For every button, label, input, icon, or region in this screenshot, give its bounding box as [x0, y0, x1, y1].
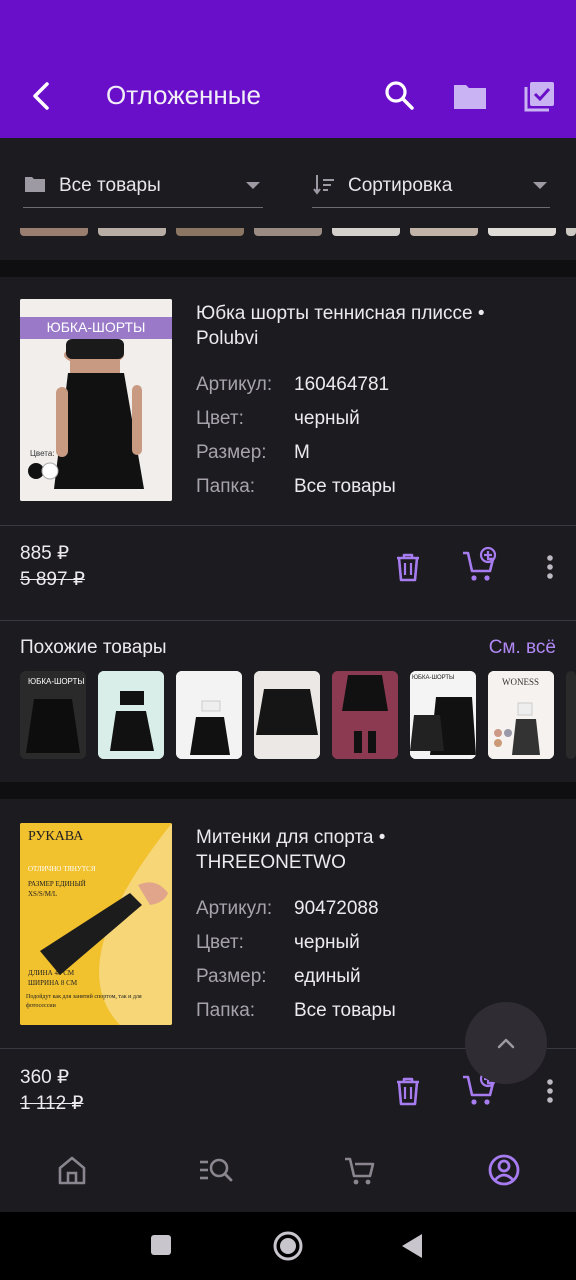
product-name[interactable]: Митенки для спорта • THREEONETWO — [196, 825, 536, 875]
similar-thumb[interactable]: WONESS — [488, 671, 554, 759]
similar-title: Похожие товары — [20, 637, 167, 658]
image-text: ЮБКА-ШОРТЫ — [46, 319, 146, 335]
chevron-down-icon — [246, 182, 260, 189]
similar-thumb[interactable] — [98, 671, 164, 759]
folder-filter-dropdown[interactable]: Все товары — [23, 168, 263, 208]
recent-apps-button[interactable] — [151, 1235, 171, 1255]
similar-thumb[interactable]: ЮБКА-ШОРТЫ — [410, 671, 476, 759]
similar-thumb[interactable] — [332, 671, 398, 759]
cart-icon[interactable] — [342, 1152, 378, 1188]
similar-thumb[interactable] — [254, 671, 320, 759]
old-price: 5 897 ₽ — [20, 569, 85, 590]
see-all-link[interactable]: См. всё — [489, 637, 556, 659]
product-image[interactable]: РУКАВА ОТЛИЧНО ТЯНУТСЯ РАЗМЕР ЕДИНЫЙ XS/… — [20, 823, 172, 1025]
strip-thumb — [488, 228, 556, 236]
image-line: РАЗМЕР ЕДИНЫЙ — [28, 880, 86, 888]
image-line: Подойдут как для занятий спортом, так и … — [26, 994, 142, 1009]
attr-value: черный — [294, 408, 360, 429]
attr-key: Артикул: — [196, 374, 273, 395]
price: 885 ₽ — [20, 543, 70, 564]
chevron-down-icon — [533, 182, 547, 189]
product-name[interactable]: Юбка шорты теннисная плиссе • Polubvi — [196, 301, 536, 351]
strip-thumb — [176, 228, 244, 236]
page-title: Отложенные — [106, 80, 261, 110]
catalog-search-icon[interactable] — [198, 1152, 234, 1188]
price: 360 ₽ — [20, 1067, 70, 1088]
trash-icon[interactable] — [388, 547, 428, 587]
chevron-up-icon — [497, 1038, 515, 1049]
attr-key: Размер: — [196, 442, 267, 463]
strip-thumb — [254, 228, 322, 236]
scroll-top-button[interactable] — [465, 1002, 547, 1084]
old-price: 1 112 ₽ — [20, 1093, 84, 1114]
more-icon[interactable] — [530, 547, 570, 587]
separator — [0, 260, 576, 277]
image-line: ДЛИНА 40 СМ — [28, 969, 75, 977]
thumb-text: ЮБКА-ШОРТЫ — [28, 677, 85, 686]
filter-bar: Все товары Сортировка — [0, 138, 576, 260]
home-button[interactable] — [272, 1230, 304, 1262]
attr-value: Все товары — [294, 1000, 396, 1021]
attr-key: Размер: — [196, 966, 267, 987]
similar-thumb[interactable] — [566, 671, 576, 759]
image-line: ШИРИНА 8 СМ — [28, 979, 78, 987]
strip-thumb — [410, 228, 478, 236]
more-icon[interactable] — [530, 1071, 570, 1111]
strip-thumb — [566, 228, 576, 236]
strip-thumb — [332, 228, 400, 236]
profile-icon[interactable] — [486, 1152, 522, 1188]
attr-key: Цвет: — [196, 408, 244, 429]
sort-dropdown[interactable]: Сортировка — [312, 168, 550, 208]
trash-icon[interactable] — [388, 1071, 428, 1111]
image-colors-label: Цвета: — [30, 449, 55, 458]
attr-value: 90472088 — [294, 898, 379, 919]
thumb-text: ЮБКА-ШОРТЫ — [412, 675, 455, 681]
divider — [0, 525, 576, 526]
folder-icon — [25, 177, 45, 192]
attr-value: Все товары — [294, 476, 396, 497]
product-image[interactable]: ЮБКА-ШОРТЫ Цвета: — [20, 299, 172, 501]
strip-thumb — [20, 228, 88, 236]
folder-icon[interactable] — [450, 76, 490, 116]
attr-value: 160464781 — [294, 374, 390, 395]
image-line: XS/S/M/L — [28, 890, 58, 898]
checklist-icon[interactable] — [520, 76, 560, 116]
app-header: Отложенные — [0, 0, 576, 138]
attr-key: Артикул: — [196, 898, 273, 919]
back-button[interactable] — [400, 1232, 426, 1260]
sort-label: Сортировка — [348, 175, 453, 196]
folder-filter-label: Все товары — [59, 175, 161, 196]
add-to-cart-icon[interactable] — [460, 545, 500, 585]
thumb-text: WONESS — [502, 677, 540, 687]
back-arrow-icon[interactable] — [22, 76, 62, 116]
similar-thumb[interactable] — [176, 671, 242, 759]
attr-key: Цвет: — [196, 932, 244, 953]
image-text: РУКАВА — [28, 829, 84, 844]
attr-key: Папка: — [196, 1000, 256, 1021]
similar-thumb[interactable]: ЮБКА-ШОРТЫ — [20, 671, 86, 759]
sort-icon — [313, 175, 334, 195]
attr-value: M — [294, 442, 310, 463]
image-line: ОТЛИЧНО ТЯНУТСЯ — [28, 865, 96, 873]
strip-thumb — [98, 228, 166, 236]
attr-value: черный — [294, 932, 360, 953]
bottom-navigation — [0, 1130, 576, 1212]
search-icon[interactable] — [380, 76, 420, 116]
home-icon[interactable] — [54, 1152, 90, 1188]
attr-key: Папка: — [196, 476, 256, 497]
product-card: ЮБКА-ШОРТЫ Цвета: Юбка шорты теннисная п… — [0, 277, 576, 782]
divider — [0, 620, 576, 621]
separator — [0, 782, 576, 799]
system-navigation-bar — [0, 1212, 576, 1280]
attr-value: единый — [294, 966, 361, 987]
